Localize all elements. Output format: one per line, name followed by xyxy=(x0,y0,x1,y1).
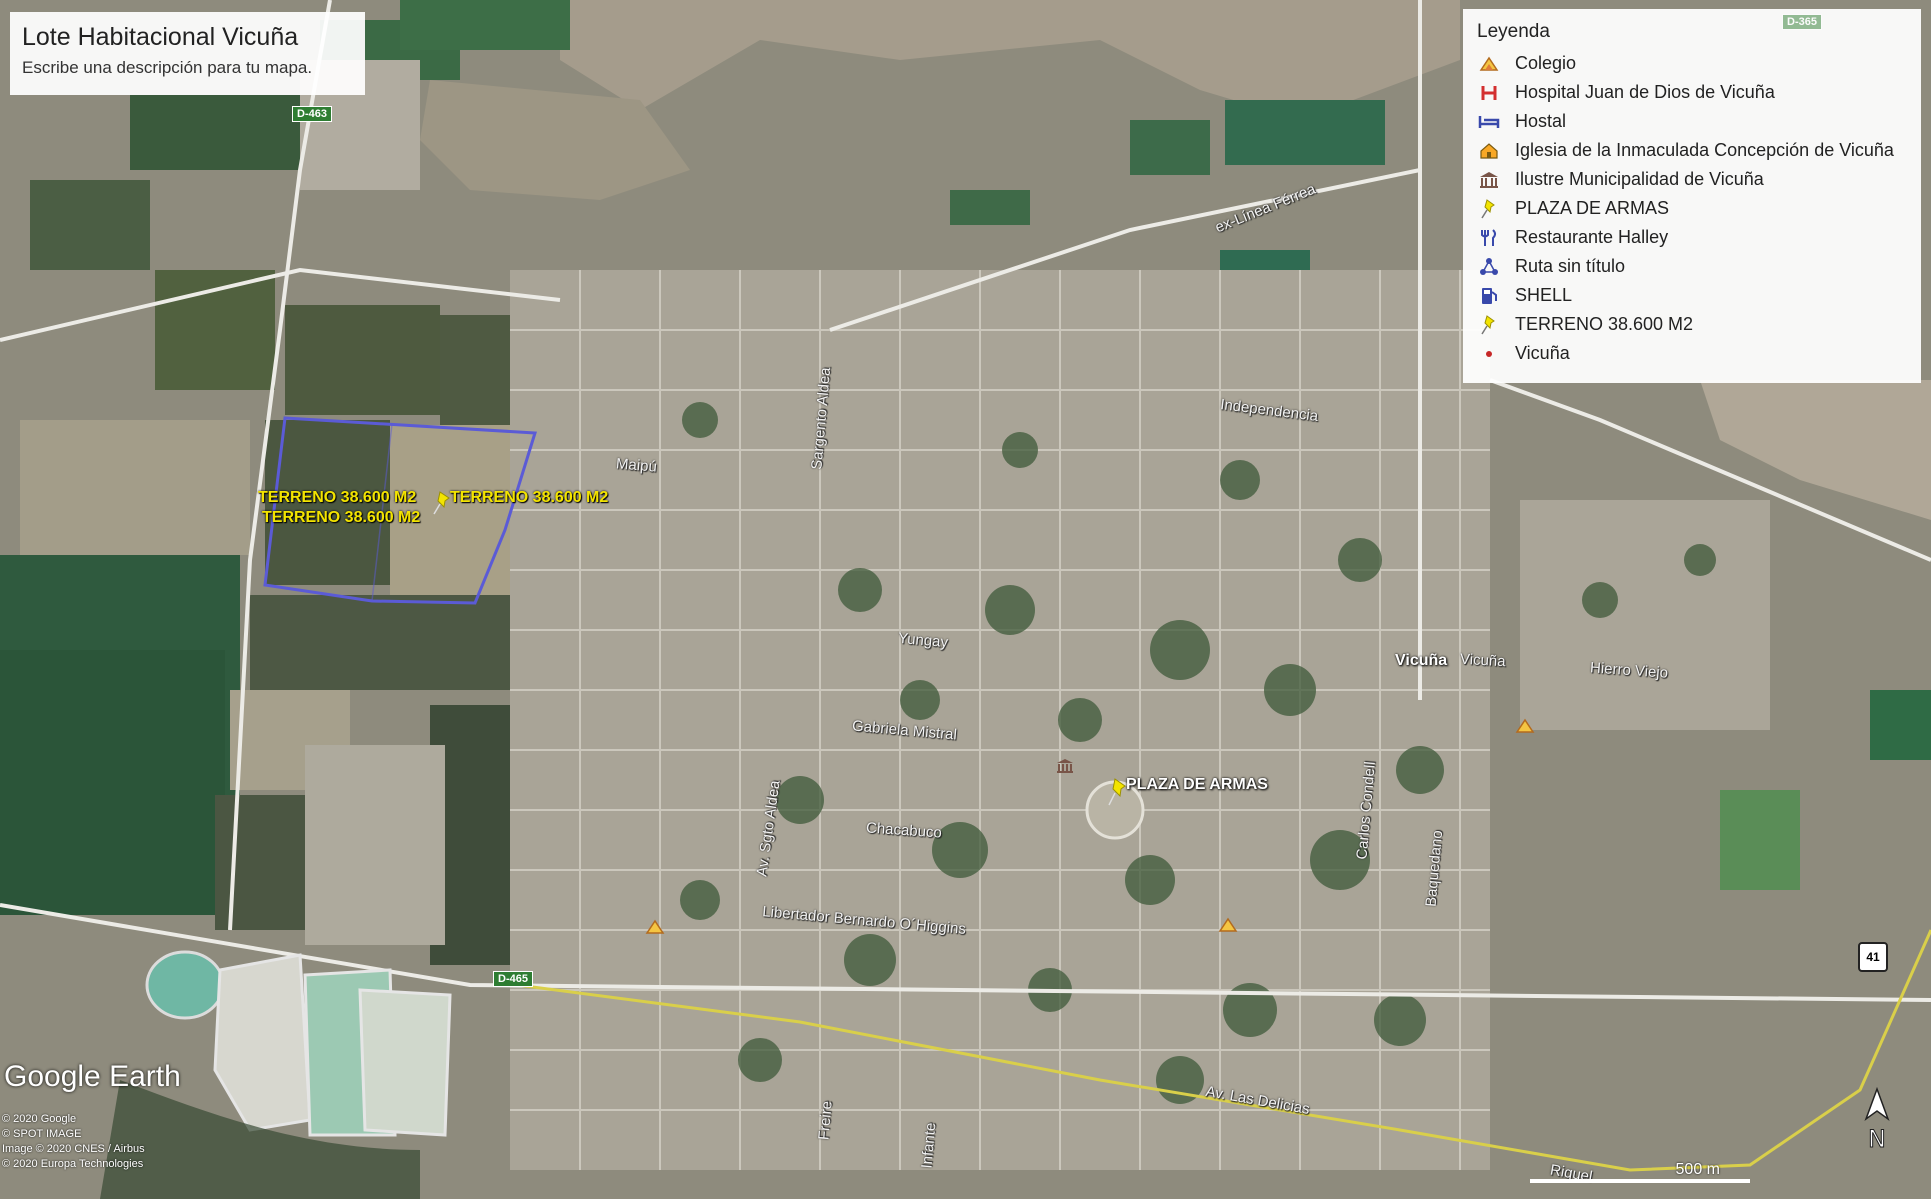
government-icon[interactable] xyxy=(1055,757,1075,780)
road-sign-41: 41 xyxy=(1858,942,1888,972)
legend-item-plaza[interactable]: PLAZA DE ARMAS xyxy=(1477,194,1907,223)
pushpin-icon xyxy=(1477,197,1501,221)
legend-title: Leyenda xyxy=(1477,21,1550,42)
government-icon xyxy=(1477,168,1501,192)
legend-item-hostal[interactable]: Hostal xyxy=(1477,107,1907,136)
map-description[interactable]: Escribe una descripción para tu mapa. xyxy=(22,58,353,78)
school-icon xyxy=(1477,52,1501,76)
road-sign-d365: D-365 xyxy=(1782,14,1822,30)
legend-item-colegio[interactable]: Colegio xyxy=(1477,49,1907,78)
map-view[interactable]: Lote Habitacional Vicuña Escribe una des… xyxy=(0,0,1931,1199)
legend-item-hospital[interactable]: Hospital Juan de Dios de Vicuña xyxy=(1477,78,1907,107)
street-label: Vicuña xyxy=(1459,650,1507,671)
map-title-panel: Lote Habitacional Vicuña Escribe una des… xyxy=(10,12,365,95)
legend-item-terreno[interactable]: TERRENO 38.600 M2 xyxy=(1477,310,1907,339)
restaurant-icon xyxy=(1477,226,1501,250)
school-icon[interactable] xyxy=(645,917,665,942)
route-icon xyxy=(1477,255,1501,279)
street-label: Maipú xyxy=(615,455,658,476)
legend-item-vicuna[interactable]: Vicuña xyxy=(1477,339,1907,368)
google-earth-logo: Google Earth xyxy=(4,1060,181,1093)
dot-icon xyxy=(1477,342,1501,366)
school-icon[interactable] xyxy=(1218,915,1238,940)
legend-item-ruta[interactable]: Ruta sin título xyxy=(1477,252,1907,281)
vicuna-label[interactable]: Vicuña xyxy=(1395,652,1447,670)
hospital-icon xyxy=(1477,81,1501,105)
legend-item-municipalidad[interactable]: Ilustre Municipalidad de Vicuña xyxy=(1477,165,1907,194)
north-label: N xyxy=(1868,1125,1886,1153)
terreno-label[interactable]: TERRENO 38.600 M2 xyxy=(450,489,608,507)
scale-bar: 500 m xyxy=(1530,1161,1750,1187)
gas-station-icon xyxy=(1477,284,1501,308)
legend-panel: Leyenda Colegio Hospital Juan de Dios de… xyxy=(1463,9,1921,383)
school-icon[interactable] xyxy=(1515,716,1535,741)
street-label: Freire xyxy=(815,1100,836,1141)
legend-item-iglesia[interactable]: Iglesia de la Inmaculada Concepción de V… xyxy=(1477,136,1907,165)
map-title: Lote Habitacional Vicuña xyxy=(22,23,299,51)
legend-item-restaurante[interactable]: Restaurante Halley xyxy=(1477,223,1907,252)
terreno-label[interactable]: TERRENO 38.600 M2 xyxy=(258,489,416,507)
road-sign-d463: D-463 xyxy=(292,106,332,122)
legend-item-shell[interactable]: SHELL xyxy=(1477,281,1907,310)
bed-icon xyxy=(1477,110,1501,134)
north-arrow: N xyxy=(1860,1085,1894,1155)
terreno-label[interactable]: TERRENO 38.600 M2 xyxy=(262,509,420,527)
road-sign-d465: D-465 xyxy=(493,971,533,987)
plaza-label[interactable]: PLAZA DE ARMAS xyxy=(1126,776,1268,794)
imagery-credits: © 2020 Google © SPOT IMAGE Image © 2020 … xyxy=(2,1113,145,1170)
church-icon xyxy=(1477,139,1501,163)
pushpin-icon xyxy=(1477,313,1501,337)
